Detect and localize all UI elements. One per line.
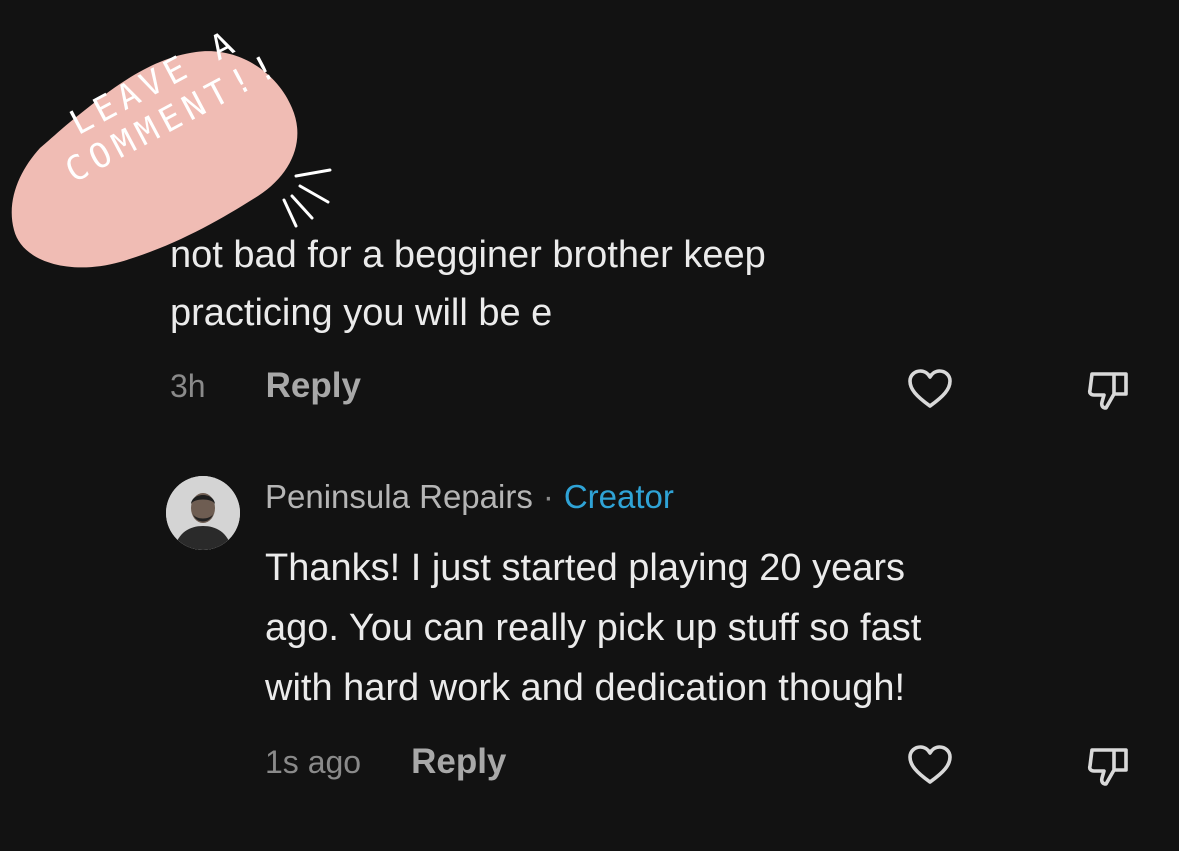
reply-text-line-1: Thanks! I just started playing 20 years (265, 547, 905, 589)
heart-icon (908, 369, 952, 408)
reply-like-button[interactable] (906, 742, 954, 790)
thumbs-down-icon (1087, 372, 1128, 410)
sparkle-lines (282, 168, 332, 228)
reply-text-line-2: ago. You can really pick up stuff so fas… (265, 607, 922, 649)
comment-like-button[interactable] (906, 366, 954, 414)
comments-screen: LEAVE A COMMENT!! not bad for a begginer… (0, 0, 1179, 851)
comment-text-line-1: not bad for a begginer brother keep (170, 234, 766, 276)
header-separator: · (542, 478, 554, 515)
comment-reply-button[interactable]: Reply (266, 366, 361, 406)
comment-text-line-2: practicing you will be e (170, 292, 553, 334)
heart-icon (908, 745, 952, 784)
avatar[interactable] (166, 476, 240, 550)
comment-timestamp: 3h (170, 367, 206, 404)
reply-reply-button[interactable]: Reply (411, 742, 506, 782)
thumbs-down-icon (1087, 748, 1128, 786)
avatar-image (166, 476, 240, 550)
comment-meta: 3h Reply (170, 366, 361, 406)
reply-text: Thanks! I just started playing 20 years … (265, 538, 1125, 718)
reply-dislike-button[interactable] (1084, 742, 1132, 790)
reply-timestamp: 1s ago (265, 743, 362, 780)
comment-text: not bad for a begginer brother keep prac… (170, 226, 970, 342)
creator-badge: Creator (563, 478, 674, 515)
reply-text-line-3: with hard work and dedication though! (265, 667, 906, 709)
reply-meta: 1s ago Reply (265, 742, 506, 782)
comment-dislike-button[interactable] (1084, 366, 1132, 414)
reply-author[interactable]: Peninsula Repairs (265, 478, 533, 516)
reply-header: Peninsula Repairs · Creator (265, 478, 674, 516)
